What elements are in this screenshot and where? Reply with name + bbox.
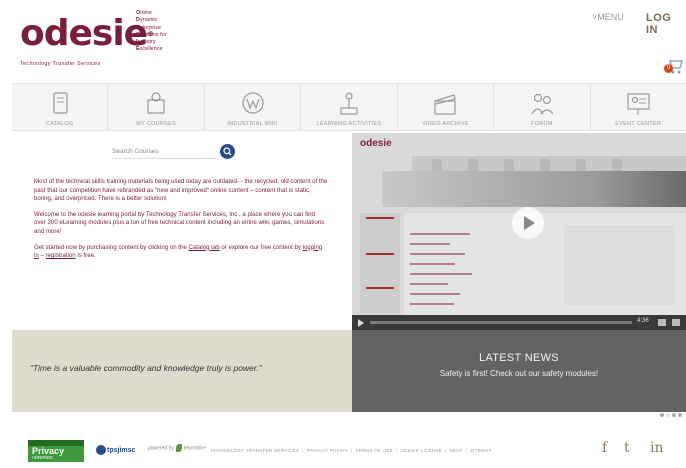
link-separator: | xyxy=(395,448,398,453)
logo-word: odesie xyxy=(20,13,148,54)
footer-link[interactable]: SITEMAP xyxy=(470,448,492,453)
slide-dot[interactable] xyxy=(678,413,682,417)
intro-paragraph-1: Most of the technical skills training ma… xyxy=(34,178,328,203)
news-slide-dots xyxy=(658,404,682,422)
nav-item-industrial-wiki[interactable]: INDUSTRIAL WIKI xyxy=(205,84,302,130)
footer-links: TECHNOLOGY TRANSFER SERVICES | PRIVACY POL… xyxy=(210,448,495,453)
video-time: 4:36 xyxy=(637,318,649,324)
footer-link[interactable]: PRIVACY POLICY xyxy=(307,448,348,453)
forum-icon xyxy=(527,90,557,118)
intro-paragraph-3: Get started now by purchasing content by… xyxy=(34,243,323,260)
registration-link[interactable]: registration xyxy=(46,252,76,259)
quote-text: “Time is a valuable commodity and knowle… xyxy=(30,363,262,373)
nav-item-my-courses[interactable]: MY COURSES xyxy=(108,84,205,130)
cart-count-badge: 0 xyxy=(664,64,673,73)
footer-link[interactable]: HELP xyxy=(449,448,462,453)
leaf-icon xyxy=(175,444,182,452)
nav-item-event-center[interactable]: EVENT CENTER xyxy=(591,84,686,130)
privacy-verified-badge[interactable]: Privacy VERIFIED xyxy=(28,440,84,462)
video-controls: 4:36 xyxy=(352,315,686,330)
acronym-line: Industry xyxy=(136,39,156,46)
video-hero-image xyxy=(382,171,686,207)
nav-label: CATALOG xyxy=(45,121,74,127)
nav-label: EVENT CENTER xyxy=(615,121,662,127)
search-input[interactable] xyxy=(112,144,216,159)
nav-item-learning-activities[interactable]: LEARNING ACTIVITIES xyxy=(301,84,398,130)
latest-news-panel[interactable]: LATEST NEWS Safety is first! Check out o… xyxy=(352,330,686,417)
video-page-body xyxy=(404,213,686,317)
twitter-icon[interactable]: t xyxy=(624,440,630,456)
news-title: LATEST NEWS xyxy=(479,352,559,364)
courses-icon xyxy=(141,90,171,118)
intro-text: Most of the technical skills training ma… xyxy=(34,178,328,268)
link-separator: | xyxy=(350,448,353,453)
course-search xyxy=(112,144,235,160)
nav-label: FORUM xyxy=(530,121,553,127)
clapper-icon xyxy=(430,90,460,118)
video-sidebar xyxy=(360,213,400,313)
catalog-tab-link[interactable]: Catalog tab xyxy=(188,244,219,251)
intro-video-player[interactable]: odesie 4:36 xyxy=(352,133,686,330)
footer-link[interactable]: ODESIE LICENSE xyxy=(400,448,442,453)
menu-button[interactable]: ˅MENU xyxy=(592,12,624,22)
link-separator: | xyxy=(445,448,447,453)
presenter-icon xyxy=(623,90,653,118)
wiki-icon xyxy=(238,90,268,118)
logo-tagline: Technology Transfer Services xyxy=(20,61,101,67)
volume-icon[interactable] xyxy=(658,319,666,326)
acronym-line: Dynamic xyxy=(136,17,158,24)
link-separator: | xyxy=(465,448,467,453)
nav-label: LEARNING ACTIVITIES xyxy=(316,121,382,127)
nav-label: VIDEO ARCHIVE xyxy=(422,121,469,127)
acronym-list: Online Dynamic Enterprise Solutions for Indu… xyxy=(136,10,167,54)
intro-paragraph-2: Welcome to the odesie learning portal by… xyxy=(34,210,325,235)
nav-item-video-archive[interactable]: VIDEO ARCHIVE xyxy=(398,84,495,130)
nav-item-catalog[interactable]: CATALOG xyxy=(12,84,109,130)
nav-label: INDUSTRIAL WIKI xyxy=(227,121,278,127)
catalog-icon xyxy=(45,90,75,118)
footer: Privacy VERIFIED tpsjimsc powered by teto… xyxy=(0,432,686,468)
cart-button[interactable]: 0 xyxy=(664,58,684,76)
link-separator: | xyxy=(302,448,304,453)
search-button[interactable] xyxy=(220,144,235,159)
nav-label: MY COURSES xyxy=(136,121,177,127)
video-small-play-icon[interactable] xyxy=(358,319,364,327)
header: odesie® Technology Transfer Services Onl… xyxy=(0,0,686,80)
fullscreen-icon[interactable] xyxy=(672,319,680,326)
facebook-icon[interactable]: f xyxy=(602,440,607,456)
acronym-line: Excellence xyxy=(136,46,163,53)
footer-link[interactable]: TECHNOLOGY TRANSFER SERVICES xyxy=(210,448,299,453)
slide-dot[interactable] xyxy=(666,413,670,417)
linkedin-icon[interactable]: in xyxy=(650,440,664,456)
acronym-line: Online xyxy=(136,10,152,16)
partner-logo[interactable]: tpsjimsc xyxy=(96,445,135,455)
video-play-button[interactable] xyxy=(512,207,544,239)
quote-band: “Time is a valuable commodity and knowle… xyxy=(12,330,352,412)
news-text[interactable]: Safety is first! Check out our safety mo… xyxy=(352,369,686,378)
joystick-icon xyxy=(334,90,364,118)
acronym-line: Enterprise xyxy=(136,24,162,31)
search-icon xyxy=(223,147,232,156)
slide-dot[interactable] xyxy=(660,413,664,417)
main-nav: CATALOG MY COURSES INDUSTRIAL WIKI LEARNING… xyxy=(12,83,686,131)
nav-item-forum[interactable]: FORUM xyxy=(494,84,591,130)
powered-by-logo[interactable]: powered by tetonshire xyxy=(148,444,206,452)
slide-dot[interactable] xyxy=(672,413,676,417)
login-link[interactable]: LOG IN xyxy=(646,12,686,36)
video-progress-track[interactable] xyxy=(370,321,632,324)
footer-link[interactable]: TERMS OF USE xyxy=(355,448,392,453)
video-odesie-logo: odesie xyxy=(360,138,392,149)
acronym-line: Solutions for xyxy=(136,31,167,38)
